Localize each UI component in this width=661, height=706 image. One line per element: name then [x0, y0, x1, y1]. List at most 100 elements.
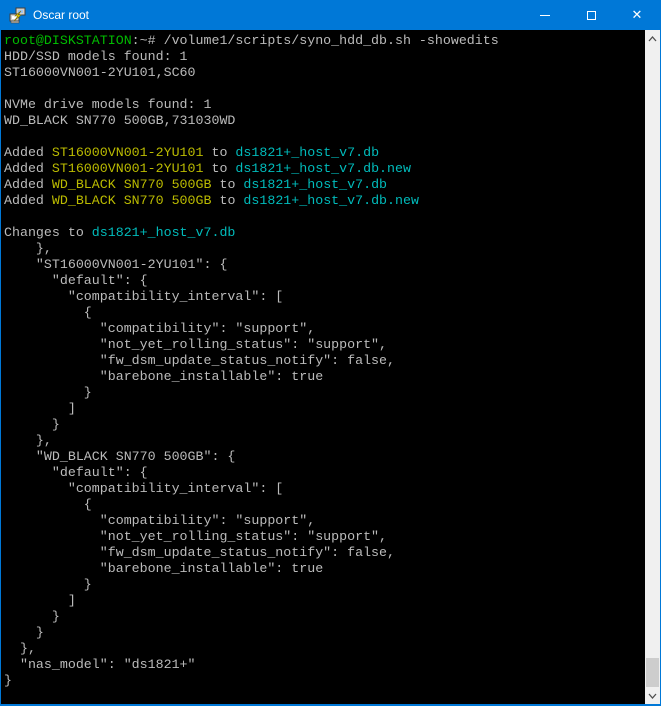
terminal-line: Added ST16000VN001-2YU101 to ds1821+_hos… [4, 161, 645, 177]
terminal-line: } [4, 577, 645, 593]
terminal-text-segment: ds1821+_host_v7.db.new [235, 161, 411, 176]
terminal-text-segment: "barebone_installable": true [4, 561, 323, 576]
terminal-text-segment: ds1821+_host_v7.db.new [243, 193, 419, 208]
terminal-line: "ST16000VN001-2YU101": { [4, 257, 645, 273]
maximize-button[interactable] [568, 0, 614, 30]
terminal-text-segment: ST16000VN001-2YU101,SC60 [4, 65, 196, 80]
putty-window: Oscar root ✕ root@DISKSTATION:~# /volume… [0, 0, 661, 706]
terminal-line: ST16000VN001-2YU101,SC60 [4, 65, 645, 81]
terminal-text-segment: "compatibility": "support", [4, 513, 315, 528]
close-button[interactable]: ✕ [614, 0, 660, 30]
title-bar: Oscar root ✕ [1, 0, 660, 30]
terminal-line: Added ST16000VN001-2YU101 to ds1821+_hos… [4, 145, 645, 161]
terminal-line: "default": { [4, 465, 645, 481]
terminal-line: "default": { [4, 273, 645, 289]
terminal-text-segment: ] [4, 593, 76, 608]
terminal-text-segment: WD_BLACK SN770 500GB [52, 177, 212, 192]
terminal-line: Added WD_BLACK SN770 500GB to ds1821+_ho… [4, 193, 645, 209]
putty-icon[interactable] [9, 6, 27, 24]
terminal-text-segment: ds1821+_host_v7.db [235, 145, 379, 160]
terminal-line: HDD/SSD models found: 1 [4, 49, 645, 65]
terminal-line: "WD_BLACK SN770 500GB": { [4, 449, 645, 465]
terminal-text-segment: "ST16000VN001-2YU101": { [4, 257, 227, 272]
window-title: Oscar root [33, 8, 522, 22]
terminal-line: NVMe drive models found: 1 [4, 97, 645, 113]
terminal-text-segment: } [4, 417, 60, 432]
terminal-text-segment: }, [4, 433, 52, 448]
terminal-text-segment: "barebone_installable": true [4, 369, 323, 384]
minimize-icon [540, 15, 550, 16]
terminal-text-segment: NVMe drive models found: 1 [4, 97, 211, 112]
terminal-line: "fw_dsm_update_status_notify": false, [4, 545, 645, 561]
terminal-line [4, 209, 645, 225]
chevron-up-icon [648, 36, 657, 42]
terminal-text-segment: ds1821+_host_v7.db [92, 225, 236, 240]
terminal-text-segment: "default": { [4, 273, 148, 288]
terminal-text-segment: to [204, 145, 236, 160]
terminal-text-segment: root@DISKSTATION [4, 33, 132, 48]
scroll-down-button[interactable] [645, 687, 660, 704]
putty-icon-graphic [9, 6, 27, 24]
terminal-text-segment: Changes to [4, 225, 92, 240]
terminal-text-segment: WD_BLACK SN770 500GB [52, 193, 212, 208]
terminal-text-segment: } [4, 609, 60, 624]
terminal-text-segment: Added [4, 177, 52, 192]
terminal-line: "nas_model": "ds1821+" [4, 657, 645, 673]
terminal-text-segment: to [211, 193, 243, 208]
terminal-text-segment: :~# /volume1/scripts/syno_hdd_db.sh -sho… [132, 33, 499, 48]
terminal-text-segment: { [4, 497, 92, 512]
terminal-output[interactable]: root@DISKSTATION:~# /volume1/scripts/syn… [1, 30, 645, 704]
terminal-text-segment: "not_yet_rolling_status": "support", [4, 529, 387, 544]
terminal-text-segment: "compatibility": "support", [4, 321, 315, 336]
terminal-text-segment: "WD_BLACK SN770 500GB": { [4, 449, 235, 464]
terminal-text-segment: "compatibility_interval": [ [4, 481, 283, 496]
terminal-text-segment: ST16000VN001-2YU101 [52, 161, 204, 176]
scroll-up-button[interactable] [645, 30, 660, 47]
minimize-button[interactable] [522, 0, 568, 30]
terminal-line: ] [4, 593, 645, 609]
terminal-text-segment: to [211, 177, 243, 192]
terminal-line: Added WD_BLACK SN770 500GB to ds1821+_ho… [4, 177, 645, 193]
scrollbar-thumb[interactable] [646, 658, 659, 687]
scrollbar[interactable] [645, 30, 660, 704]
terminal-line: root@DISKSTATION:~# /volume1/scripts/syn… [4, 33, 645, 49]
window-body: root@DISKSTATION:~# /volume1/scripts/syn… [1, 30, 660, 704]
terminal-text-segment: ] [4, 401, 76, 416]
terminal-text-segment: }, [4, 641, 36, 656]
terminal-text-segment: ST16000VN001-2YU101 [52, 145, 204, 160]
terminal-text-segment: to [204, 161, 236, 176]
terminal-line: } [4, 609, 645, 625]
terminal-text-segment: Added [4, 145, 52, 160]
terminal-text-segment: HDD/SSD models found: 1 [4, 49, 188, 64]
terminal-line: WD_BLACK SN770 500GB,731030WD [4, 113, 645, 129]
terminal-line: Changes to ds1821+_host_v7.db [4, 225, 645, 241]
terminal-line: } [4, 625, 645, 641]
terminal-text-segment: "not_yet_rolling_status": "support", [4, 337, 387, 352]
terminal-line: { [4, 497, 645, 513]
terminal-line: } [4, 673, 645, 689]
terminal-text-segment: "default": { [4, 465, 148, 480]
terminal-line: } [4, 417, 645, 433]
terminal-line: "barebone_installable": true [4, 561, 645, 577]
terminal-text-segment: }, [4, 241, 52, 256]
terminal-line: "not_yet_rolling_status": "support", [4, 529, 645, 545]
terminal-line: "not_yet_rolling_status": "support", [4, 337, 645, 353]
terminal-line: }, [4, 433, 645, 449]
maximize-icon [587, 11, 596, 20]
terminal-text-segment: "compatibility_interval": [ [4, 289, 283, 304]
terminal-line [4, 129, 645, 145]
terminal-text-segment: } [4, 673, 12, 688]
terminal-text-segment: } [4, 577, 92, 592]
terminal-text-segment: Added [4, 193, 52, 208]
terminal-text-segment: "fw_dsm_update_status_notify": false, [4, 545, 395, 560]
terminal-line: { [4, 305, 645, 321]
chevron-down-icon [648, 693, 657, 699]
terminal-line: "compatibility": "support", [4, 321, 645, 337]
terminal-line: ] [4, 401, 645, 417]
terminal-text-segment: "fw_dsm_update_status_notify": false, [4, 353, 395, 368]
terminal-line: "compatibility": "support", [4, 513, 645, 529]
terminal-text-segment: } [4, 385, 92, 400]
terminal-text-segment: } [4, 625, 44, 640]
terminal-text-segment: { [4, 305, 92, 320]
terminal-line [4, 81, 645, 97]
